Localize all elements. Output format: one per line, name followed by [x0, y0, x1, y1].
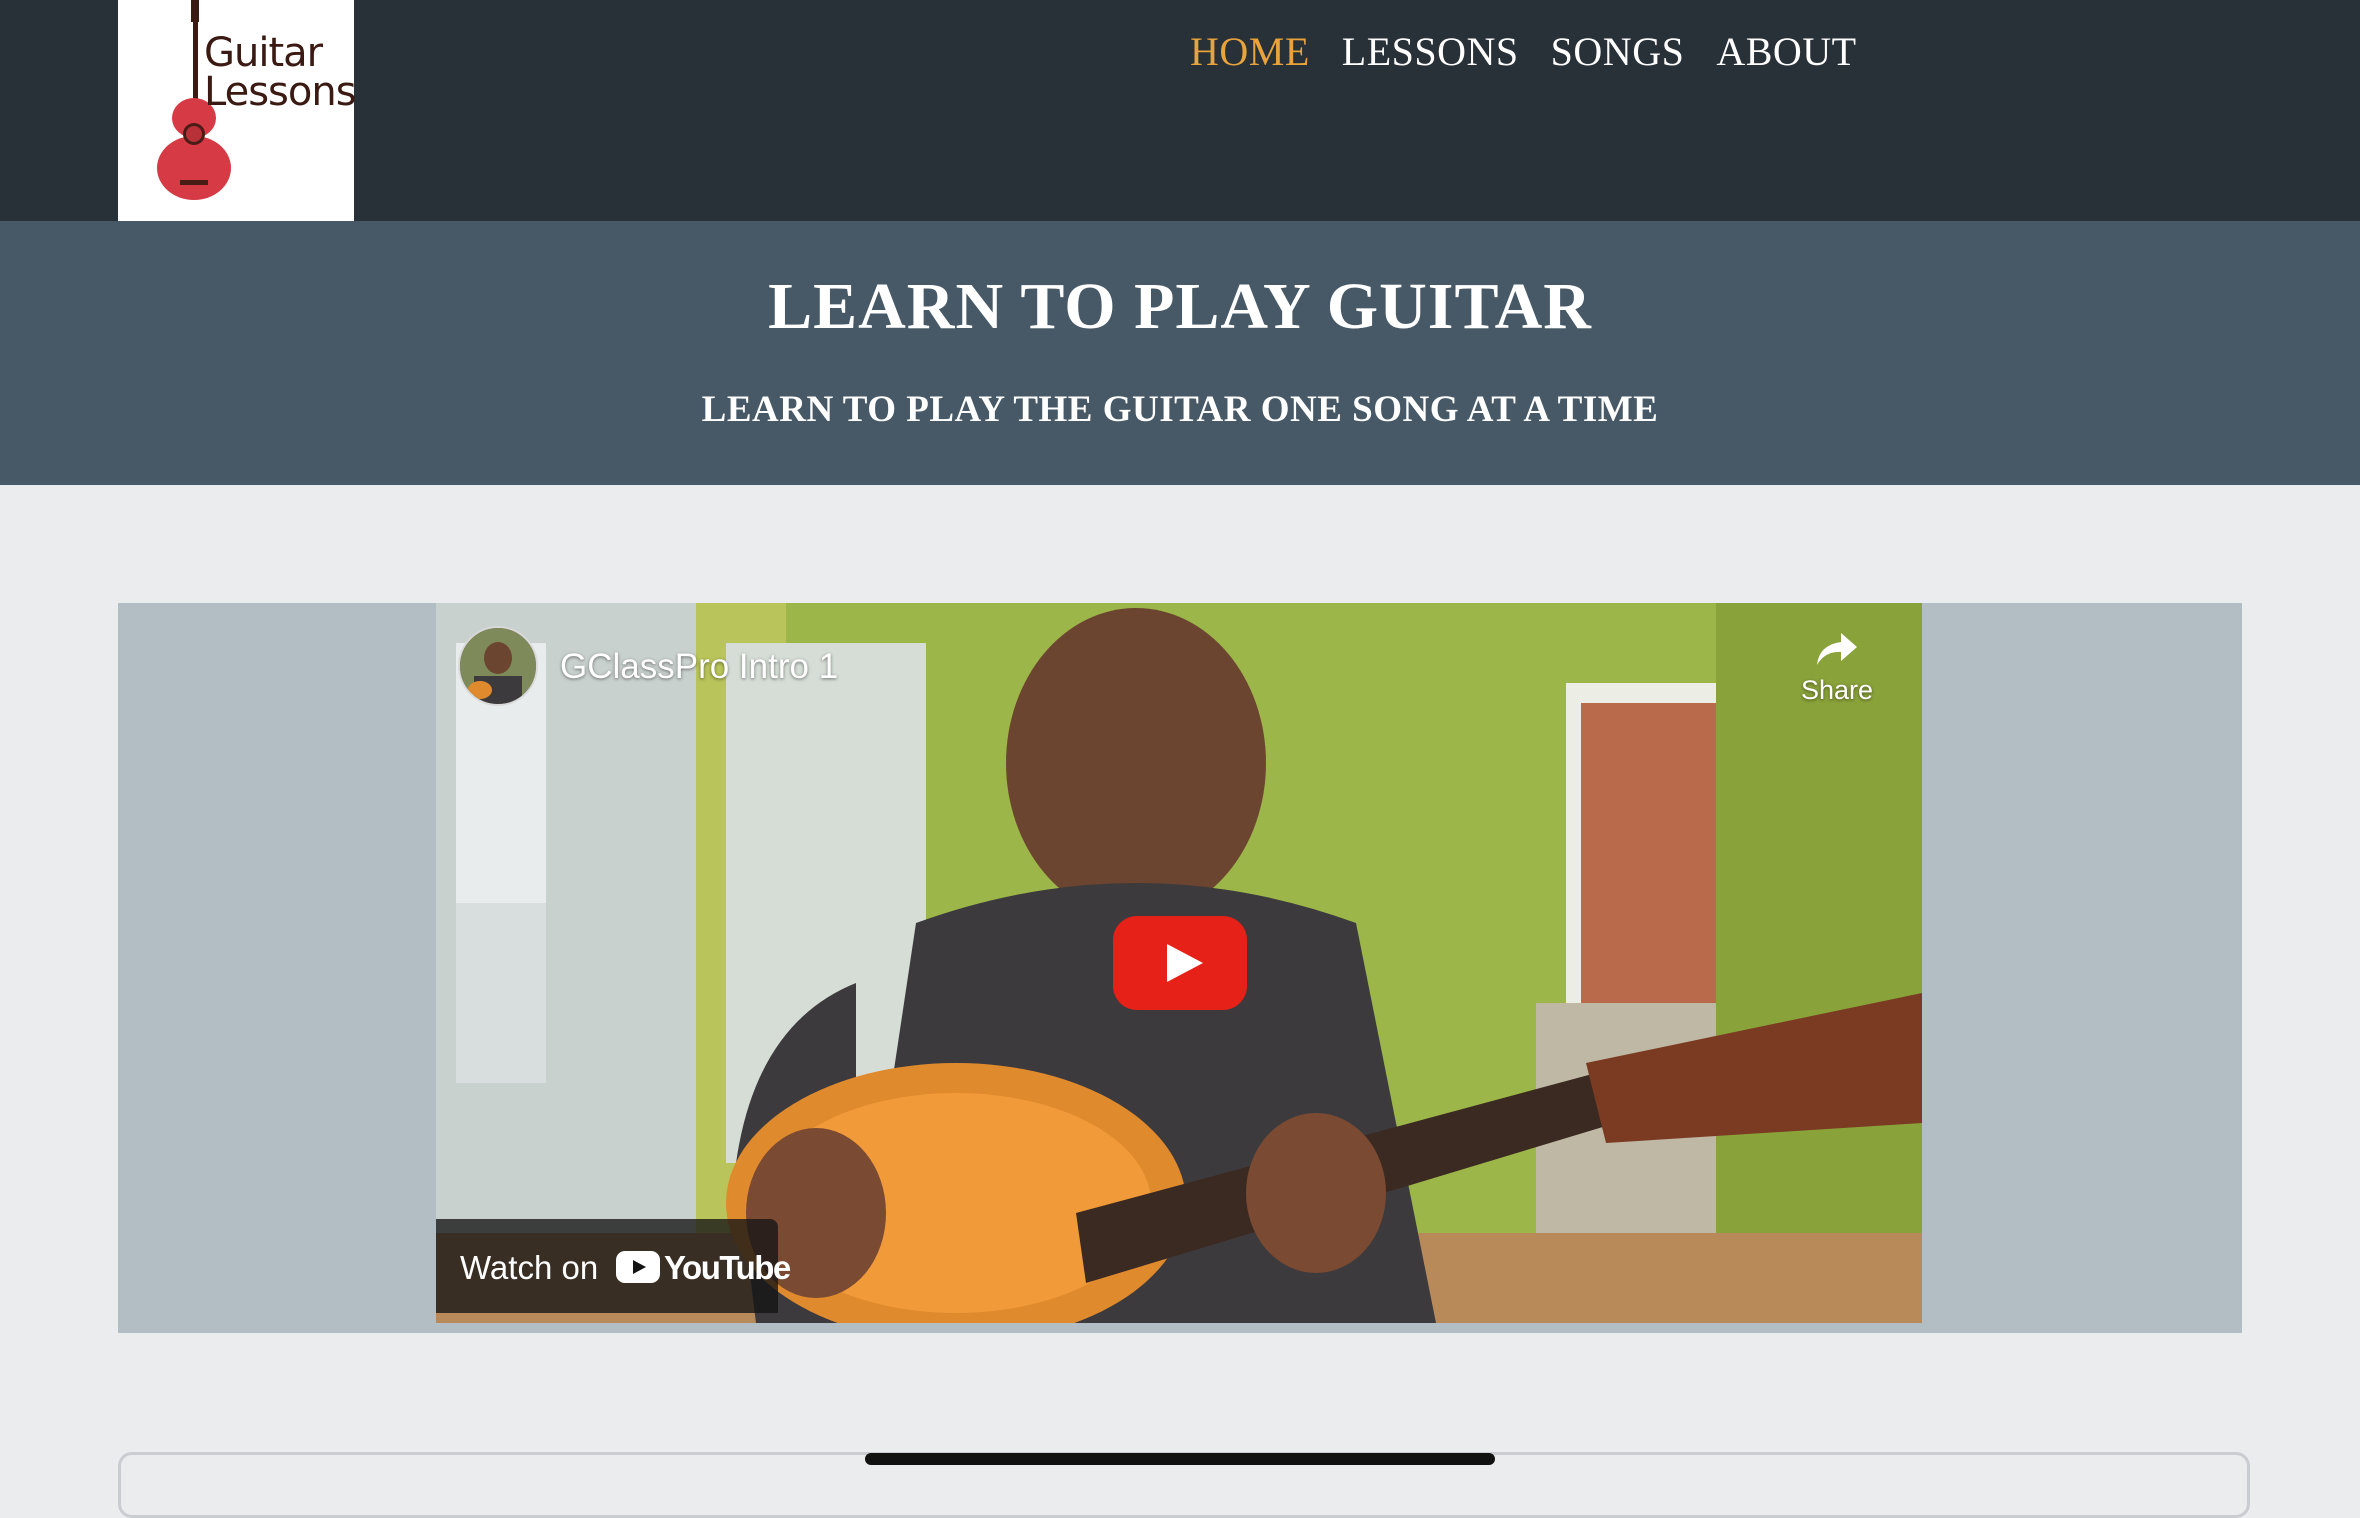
watch-on-youtube-button[interactable]: Watch on YouTube	[436, 1219, 791, 1313]
share-icon	[1817, 633, 1857, 665]
logo-line-2: Lessons	[204, 69, 357, 115]
nav-home[interactable]: HOME	[1190, 28, 1310, 75]
youtube-embed[interactable]: GClassPro Intro 1 Share Watch on YouTube	[436, 603, 1922, 1323]
site-header: Guitar Lessons HOME LESSONS SONGS ABOUT	[0, 0, 2360, 221]
channel-avatar[interactable]	[458, 626, 538, 706]
avatar-icon	[460, 628, 536, 704]
hero-subtitle: LEARN TO PLAY THE GUITAR ONE SONG AT A T…	[701, 389, 1659, 430]
nav-about[interactable]: ABOUT	[1716, 28, 1856, 75]
play-button[interactable]	[1113, 916, 1247, 1010]
nav-lessons[interactable]: LESSONS	[1342, 28, 1519, 75]
video-section: GClassPro Intro 1 Share Watch on YouTube	[118, 603, 2242, 1333]
youtube-icon	[616, 1251, 660, 1283]
logo-text: Guitar Lessons	[204, 30, 357, 115]
video-title[interactable]: GClassPro Intro 1	[560, 647, 838, 687]
youtube-wordmark: YouTube	[664, 1249, 791, 1286]
share-button[interactable]: Share	[1792, 631, 1882, 706]
nav-songs[interactable]: SONGS	[1551, 28, 1685, 75]
hero-banner: LEARN TO PLAY GUITAR LEARN TO PLAY THE G…	[0, 221, 2360, 485]
main-nav: HOME LESSONS SONGS ABOUT	[1190, 28, 1857, 75]
logo-line-1: Guitar	[204, 30, 323, 76]
share-label: Share	[1800, 675, 1874, 705]
home-indicator[interactable]	[865, 1453, 1495, 1465]
hero-title: LEARN TO PLAY GUITAR	[768, 270, 1592, 343]
watch-on-label: Watch on	[460, 1249, 599, 1286]
site-logo[interactable]: Guitar Lessons	[118, 0, 357, 221]
